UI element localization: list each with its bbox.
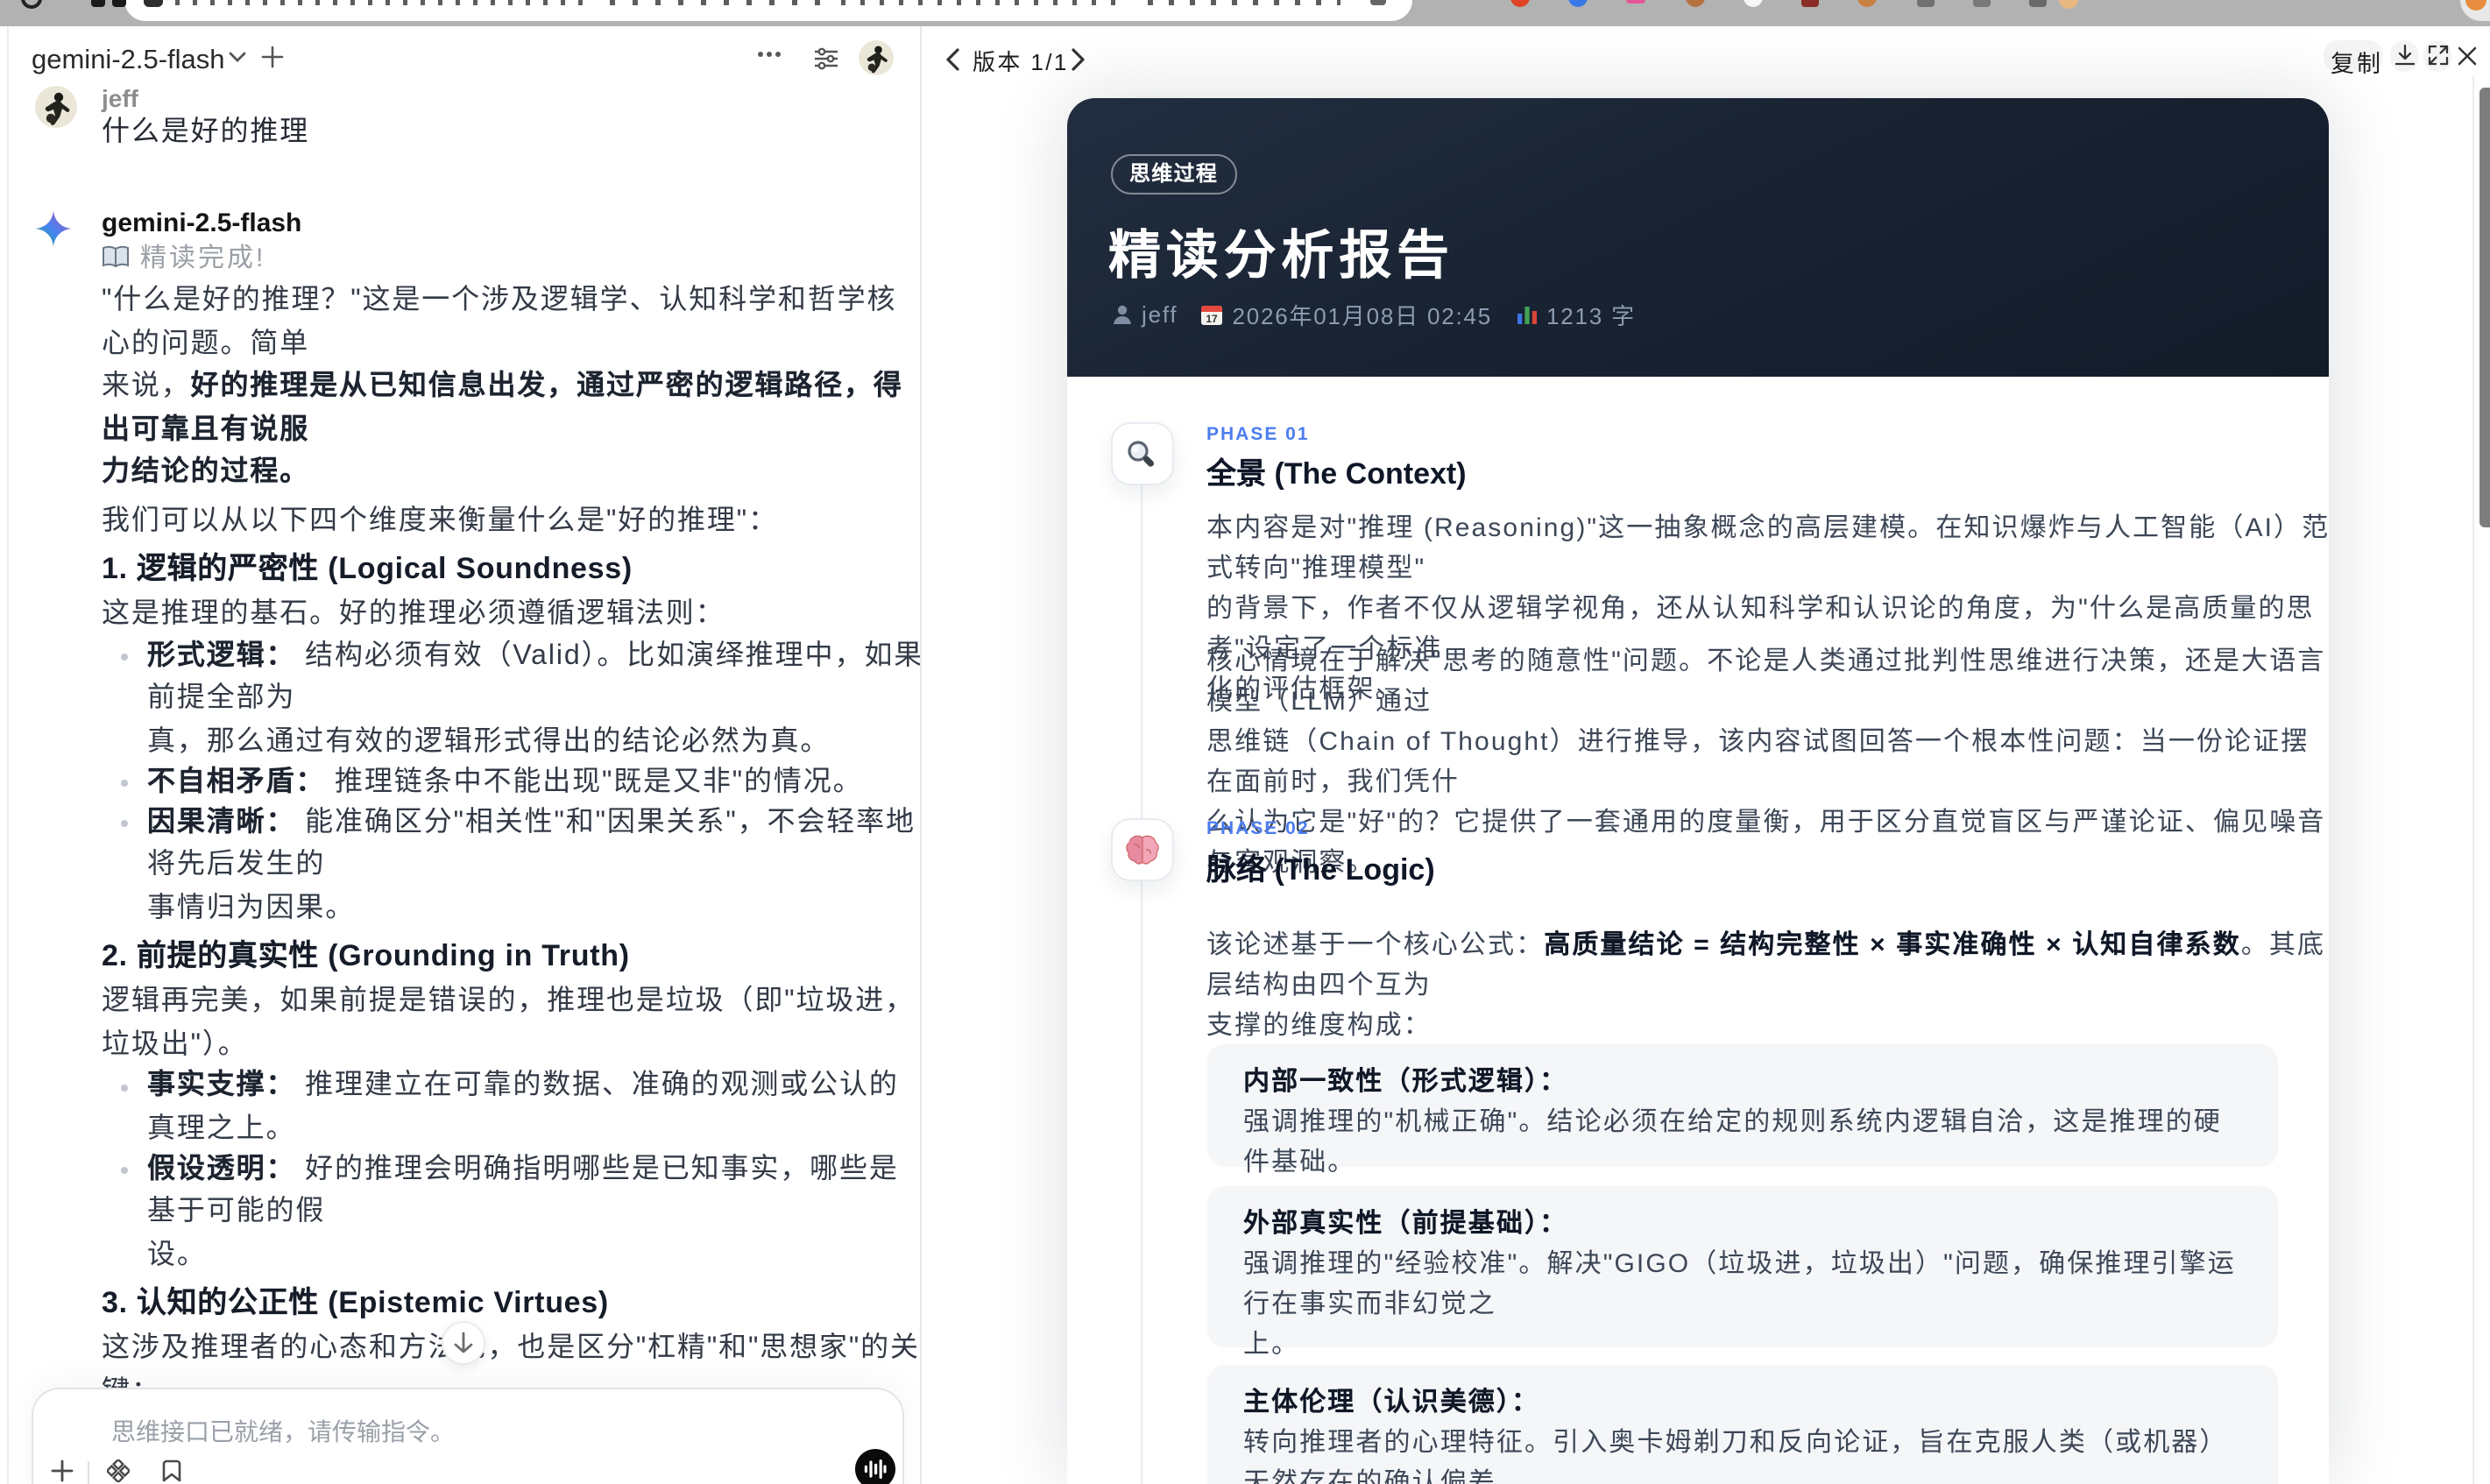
svg-text:17: 17 (1206, 312, 1219, 324)
